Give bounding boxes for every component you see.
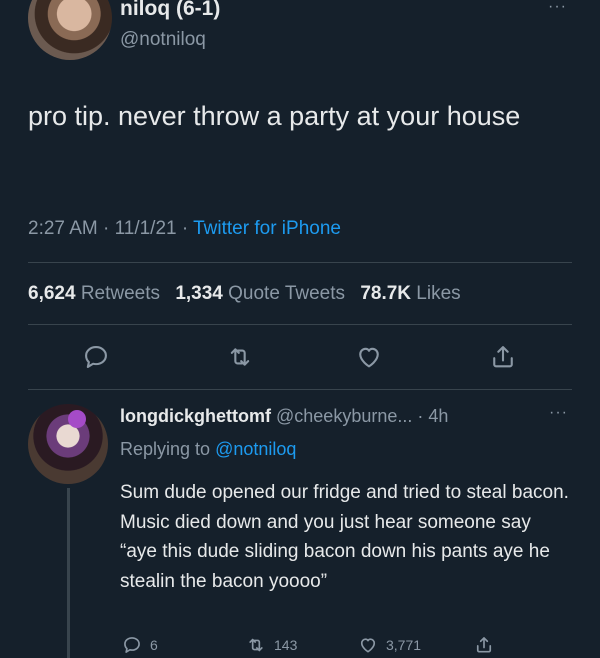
tweet-timestamp: 2:27 AM · 11/1/21 ·	[28, 218, 194, 239]
divider	[28, 262, 572, 263]
reply-author-avatar[interactable]	[28, 404, 108, 484]
reply-retweets-count: 143	[274, 637, 298, 653]
reply-header: longdickghettomf @cheekyburne... · 4h	[120, 406, 448, 427]
reply-reply-button[interactable]: 6	[122, 634, 158, 656]
more-options-icon[interactable]: ···	[548, 0, 567, 16]
likes-count: 78.7K	[360, 283, 412, 304]
reply-likes-count: 3,771	[386, 637, 422, 653]
reply-retweet-button[interactable]: 143	[246, 634, 297, 656]
reply-more-options-icon[interactable]: ···	[549, 404, 568, 422]
tweet-text: pro tip. never throw a party at your hou…	[28, 101, 521, 131]
share-icon[interactable]	[489, 343, 517, 371]
heart-icon[interactable]	[355, 343, 383, 371]
reply-author-name[interactable]: longdickghettomf	[120, 406, 271, 426]
replying-prefix: Replying to	[120, 439, 216, 459]
thread-line	[67, 488, 70, 658]
share-icon	[476, 637, 492, 653]
likes-label: Likes	[416, 283, 461, 304]
replying-to: Replying to @notniloq	[120, 439, 296, 460]
divider	[28, 324, 572, 325]
quotes-count: 1,334	[175, 283, 223, 304]
reply-icon	[124, 637, 140, 653]
reply-text: Sum dude opened our fridge and tried to …	[120, 482, 569, 592]
quotes-label: Quote Tweets	[228, 283, 346, 304]
author-handle[interactable]: @notniloq	[120, 29, 206, 51]
divider	[28, 389, 572, 390]
retweets-count: 6,624	[28, 283, 76, 304]
quote-tweets-stat[interactable]: 1,334 Quote Tweets	[175, 283, 345, 304]
likes-stat[interactable]: 78.7K Likes	[360, 283, 460, 304]
retweet-icon[interactable]	[226, 343, 254, 371]
author-name[interactable]: niloq (6-1)	[120, 0, 220, 21]
tweet-source-link[interactable]: Twitter for iPhone	[193, 218, 341, 239]
retweets-label: Retweets	[80, 283, 161, 304]
reply-replies-count: 6	[150, 637, 158, 653]
tweet-meta: 2:27 AM · 11/1/21 · Twitter for iPhone	[28, 218, 341, 240]
reply-share-button[interactable]	[474, 634, 494, 656]
reply-handle-time[interactable]: @cheekyburne... · 4h	[276, 406, 448, 426]
author-avatar[interactable]	[28, 0, 112, 60]
replying-mention-link[interactable]: @notniloq	[215, 439, 296, 459]
reply-icon[interactable]	[82, 343, 110, 371]
tweet-stats: 6,624 Retweets 1,334 Quote Tweets 78.7K …	[28, 283, 461, 305]
heart-icon	[360, 638, 376, 653]
retweet-icon	[249, 638, 263, 652]
reply-like-button[interactable]: 3,771	[358, 634, 421, 656]
retweets-stat[interactable]: 6,624 Retweets	[28, 283, 160, 304]
